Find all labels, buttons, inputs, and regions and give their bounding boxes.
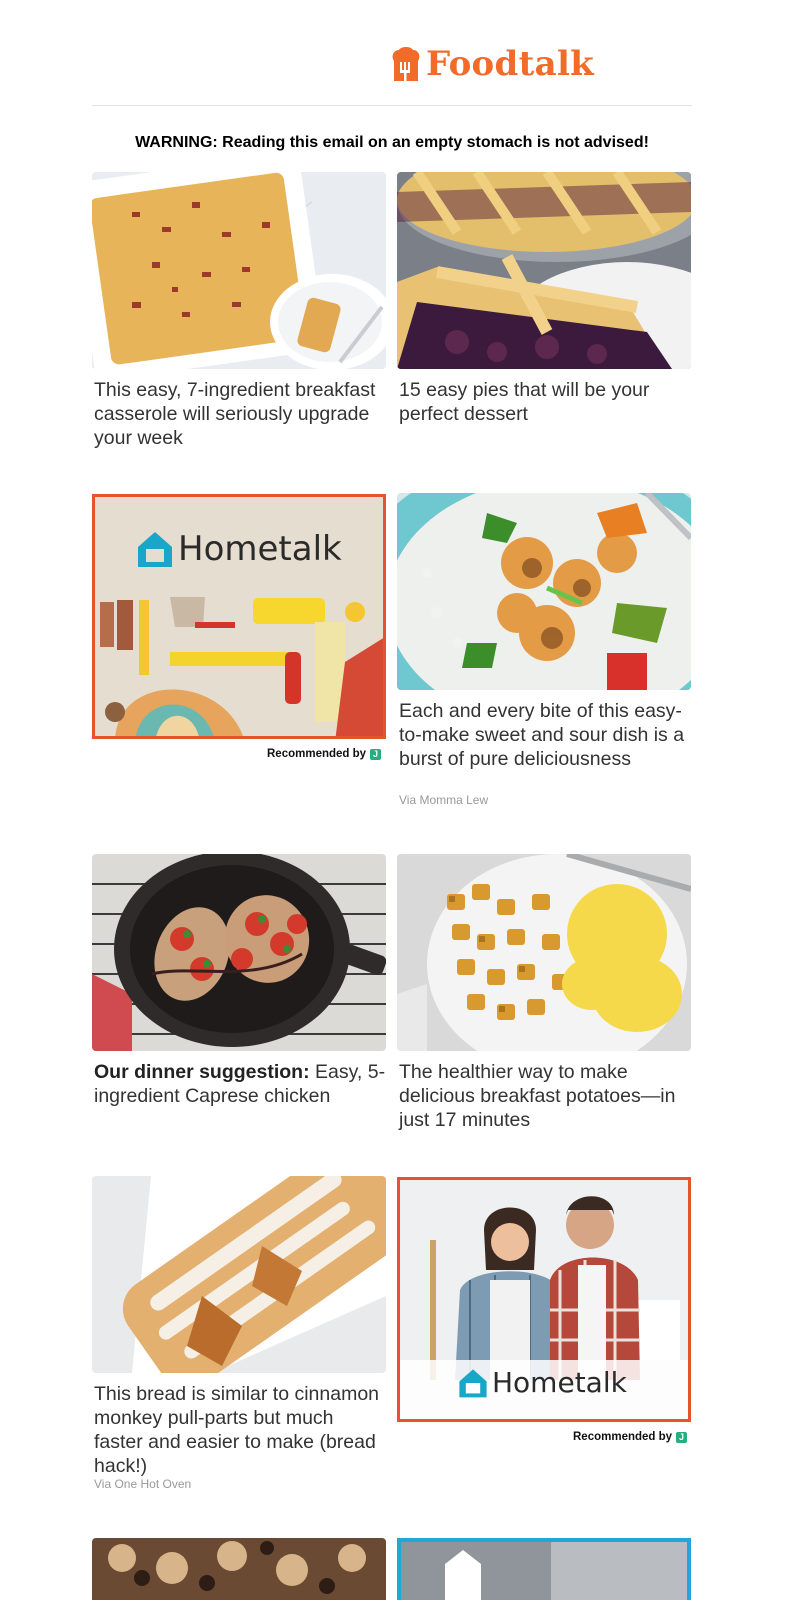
hometalk-brand: Hometalk (178, 529, 342, 569)
hometalk-ad-1[interactable]: Hometalk (92, 494, 386, 739)
dinner-suggestion-label: Our dinner suggestion: (94, 1061, 310, 1083)
recommended-by-2[interactable]: Recommended by J (573, 1431, 688, 1443)
hometalk-ad-2[interactable]: Hometalk (397, 1177, 691, 1422)
recommended-label: Recommended by (267, 748, 367, 760)
hometalk-brand-2: Hometalk (492, 1366, 627, 1399)
hometalk-logo: Hometalk (135, 529, 342, 569)
chicken-title[interactable]: Our dinner suggestion: Easy, 5-ingredien… (94, 1060, 386, 1108)
jeeng-icon: J (370, 748, 382, 760)
shrimp-source[interactable]: Via Momma Lew (399, 793, 488, 807)
next-hometalk-ad[interactable] (397, 1538, 691, 1600)
house-icon-2 (459, 1368, 487, 1397)
pie-image[interactable] (397, 172, 691, 369)
chef-hat-icon (392, 47, 420, 81)
casserole-title[interactable]: This easy, 7-ingredient breakfast casser… (94, 378, 386, 450)
hometalk-logo-2: Hometalk (457, 1366, 627, 1399)
casserole-image[interactable] (92, 172, 386, 369)
recommended-label-2: Recommended by (573, 1431, 673, 1443)
warning-text: WARNING: Reading this email on an empty … (135, 134, 649, 151)
bread-source[interactable]: Via One Hot Oven (94, 1477, 191, 1491)
house-icon (138, 532, 172, 567)
next-article-image[interactable] (92, 1538, 386, 1600)
brand-name: Foodtalk (426, 44, 595, 84)
bread-title[interactable]: This bread is similar to cinnamon monkey… (94, 1382, 386, 1478)
shrimp-image[interactable] (397, 493, 691, 690)
bread-image[interactable] (92, 1176, 386, 1373)
potatoes-title[interactable]: The healthier way to make delicious brea… (399, 1060, 691, 1132)
caprese-chicken-image[interactable] (92, 854, 386, 1051)
recommended-by-1[interactable]: Recommended by J (267, 748, 382, 760)
email-header: Foodtalk (92, 0, 692, 106)
jeeng-icon-2: J (676, 1431, 688, 1443)
foodtalk-logo[interactable]: Foodtalk (390, 44, 594, 84)
pies-title[interactable]: 15 easy pies that will be your perfect d… (399, 378, 691, 426)
potatoes-image[interactable] (397, 854, 691, 1051)
shrimp-title[interactable]: Each and every bite of this easy-to-make… (399, 699, 691, 771)
